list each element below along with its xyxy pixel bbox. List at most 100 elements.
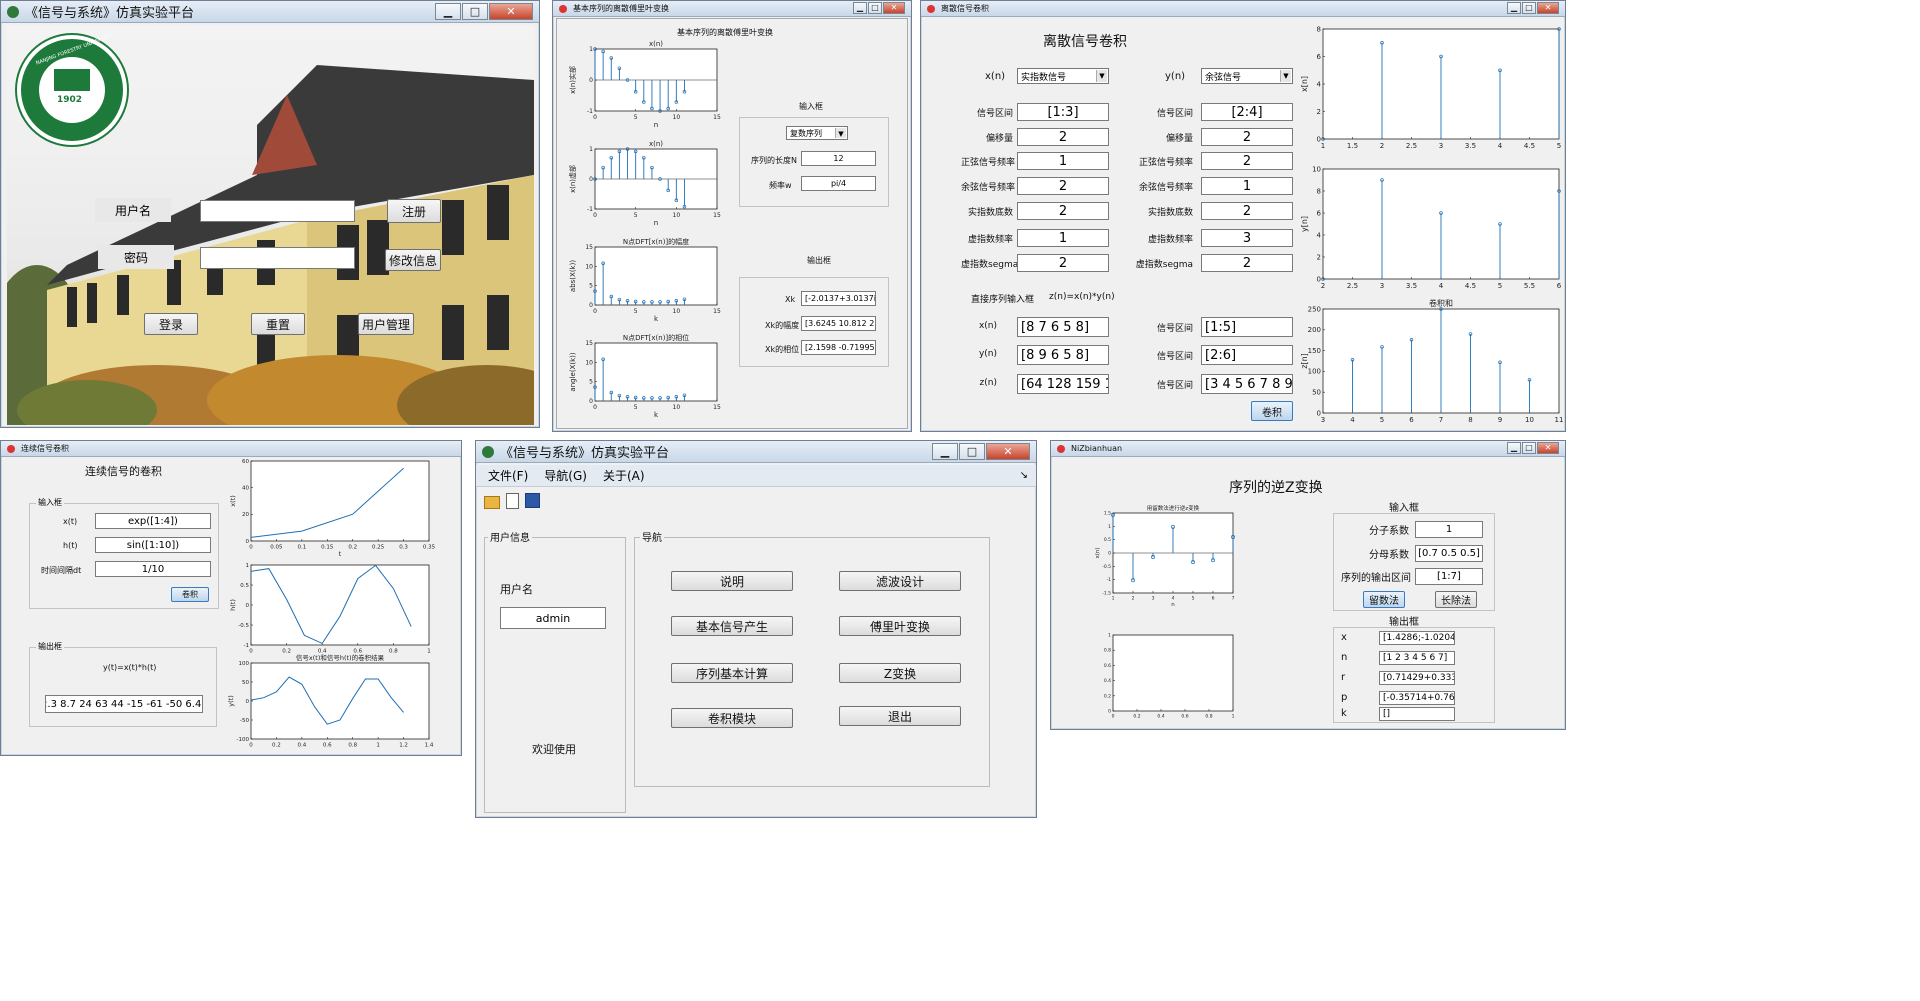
x-tick-label: 5 (1380, 416, 1384, 424)
basic-signal-button[interactable]: 基本信号产生 (671, 616, 793, 636)
direct-input-left[interactable]: [64 128 159 176 (1017, 374, 1109, 394)
y-tick-label: 100 (1308, 368, 1321, 376)
conv-param-input-right[interactable]: 2 (1201, 202, 1293, 220)
y-tick-label: 0 (1317, 275, 1321, 283)
z-transform-button[interactable]: Z变换 (839, 663, 961, 683)
invz-output-label: r (1341, 672, 1346, 683)
conv-param-input-left[interactable]: 2 (1017, 202, 1109, 220)
conv-param-input-right[interactable]: [2:4] (1201, 103, 1293, 121)
conv-param-input-right[interactable]: 2 (1201, 152, 1293, 170)
convolution-button[interactable]: 卷积模块 (671, 708, 793, 728)
minimize-button[interactable]: ▁ (932, 443, 958, 460)
denominator-input[interactable]: [0.7 0.5 0.5] (1415, 545, 1483, 562)
conv-param-input-left[interactable]: 1 (1017, 152, 1109, 170)
exit-button[interactable]: 退出 (839, 706, 961, 726)
x-tick-label: 5 (634, 404, 638, 411)
password-input[interactable] (200, 247, 355, 269)
maximize-button[interactable]: □ (1522, 442, 1536, 454)
x-tick-label: 3.5 (1465, 142, 1476, 150)
x-tick-label: 0.8 (1205, 714, 1212, 720)
range-input[interactable]: [1:7] (1415, 568, 1483, 585)
save-icon[interactable] (525, 493, 540, 508)
long-division-button[interactable]: 长除法 (1435, 591, 1477, 608)
x-tick-label: 5 (1557, 142, 1561, 150)
ht-input[interactable]: sin([1:10]) (95, 537, 211, 553)
dft-window: 基本序列的离散傅里叶变换 ▁ □ ✕ 基本序列的离散傅里叶变换 0 5 10 15 -1 0 1… (552, 0, 912, 432)
maximize-button[interactable]: □ (1522, 2, 1536, 14)
y-axis-label: x[n] (1301, 76, 1309, 92)
username-input[interactable] (200, 200, 355, 222)
user-management-button[interactable]: 用户管理 (358, 313, 414, 335)
close-button[interactable]: ✕ (986, 443, 1030, 460)
length-input[interactable]: 12 (801, 151, 876, 166)
cont-convolve-button[interactable]: 卷积 (171, 587, 209, 602)
x-tick-label: 0.2 (348, 545, 357, 551)
x-tick-label: 4 (1350, 416, 1355, 424)
freq-input[interactable]: pi/4 (801, 176, 876, 191)
x-tick-label: 5 (634, 212, 638, 219)
plot-axes-box (250, 460, 430, 542)
maximize-button[interactable]: □ (959, 443, 985, 460)
direct-input-left[interactable]: [8 9 6 5 8] (1017, 345, 1109, 365)
close-button[interactable]: ✕ (489, 3, 533, 20)
menu-file[interactable]: 文件(F) (488, 467, 528, 484)
mag-output: [3.6245 10.812 2.1998 1 (801, 316, 876, 331)
close-button[interactable]: ✕ (1537, 2, 1559, 14)
conv-param-input-left[interactable]: [1:3] (1017, 103, 1109, 121)
minimize-button[interactable]: ▁ (1507, 442, 1521, 454)
open-folder-icon[interactable] (484, 496, 500, 509)
convolve-button[interactable]: 卷积 (1251, 401, 1293, 421)
xn-type-select[interactable]: 实指数信号 ▼ (1017, 68, 1109, 84)
reset-button[interactable]: 重置 (251, 313, 305, 335)
filter-design-button[interactable]: 滤波设计 (839, 571, 961, 591)
conv-param-input-left[interactable]: 2 (1017, 128, 1109, 146)
y-tick-label: 0.6 (1104, 663, 1111, 669)
direct-input-left[interactable]: [8 7 6 5 8] (1017, 317, 1109, 337)
conv-param-input-right[interactable]: 2 (1201, 254, 1293, 272)
register-button[interactable]: 注册 (387, 199, 441, 223)
menu-about[interactable]: 关于(A) (603, 467, 645, 484)
x-tick-label: 2.5 (1347, 282, 1358, 290)
minimize-button[interactable]: ▁ (435, 3, 461, 20)
menu-navigate[interactable]: 导航(G) (544, 467, 587, 484)
user-info-panel (484, 537, 626, 813)
minimize-button[interactable]: ▁ (1507, 2, 1521, 14)
direct-label-right: 信号区间 (1156, 381, 1193, 391)
help-button[interactable]: 说明 (671, 571, 793, 591)
conv-param-input-left[interactable]: 2 (1017, 177, 1109, 195)
modify-info-button[interactable]: 修改信息 (385, 249, 441, 271)
maximize-button[interactable]: □ (868, 2, 882, 14)
conv-param-input-left[interactable]: 1 (1017, 229, 1109, 247)
close-button[interactable]: ✕ (883, 2, 905, 14)
numerator-input[interactable]: 1 (1415, 521, 1483, 538)
residue-method-button[interactable]: 留数法 (1363, 591, 1405, 608)
sequence-calc-button[interactable]: 序列基本计算 (671, 663, 793, 683)
minimize-button[interactable]: ▁ (853, 2, 867, 14)
login-titlebar: 《信号与系统》仿真实验平台 ▁ □ ✕ (1, 1, 539, 23)
fourier-transform-button[interactable]: 傅里叶变换 (839, 616, 961, 636)
x-tick-label: 1 (1232, 714, 1235, 720)
y-axis-label: abs(X(k)) (569, 260, 577, 292)
conv-param-input-right[interactable]: 3 (1201, 229, 1293, 247)
conv-param-input-left[interactable]: 2 (1017, 254, 1109, 272)
y-tick-label: -0.5 (1102, 564, 1111, 570)
denominator-label: 分母系数 (1369, 550, 1409, 561)
direct-input-right[interactable]: [3 4 5 6 7 8 9 10 (1201, 374, 1293, 394)
y-tick-label: 40 (242, 486, 249, 492)
conv-param-input-right[interactable]: 1 (1201, 177, 1293, 195)
dt-input[interactable]: 1/10 (95, 561, 211, 577)
plot-title: 卷积和 (1429, 298, 1453, 308)
direct-input-right[interactable]: [1:5] (1201, 317, 1293, 337)
yn-type-select[interactable]: 余弦信号 ▼ (1201, 68, 1293, 84)
x-axis-label: t (339, 550, 342, 558)
conv-param-input-right[interactable]: 2 (1201, 128, 1293, 146)
xt-input[interactable]: exp([1:4]) (95, 513, 211, 529)
plot-title: 用留数法进行逆z变换 (1147, 504, 1200, 512)
direct-input-right[interactable]: [2:6] (1201, 345, 1293, 365)
new-file-icon[interactable] (506, 493, 519, 509)
maximize-button[interactable]: □ (462, 3, 488, 20)
login-button[interactable]: 登录 (144, 313, 198, 335)
sequence-type-select[interactable]: 复数序列 ▼ (786, 126, 848, 140)
close-button[interactable]: ✕ (1537, 442, 1559, 454)
x-tick-label: 0 (593, 114, 597, 121)
